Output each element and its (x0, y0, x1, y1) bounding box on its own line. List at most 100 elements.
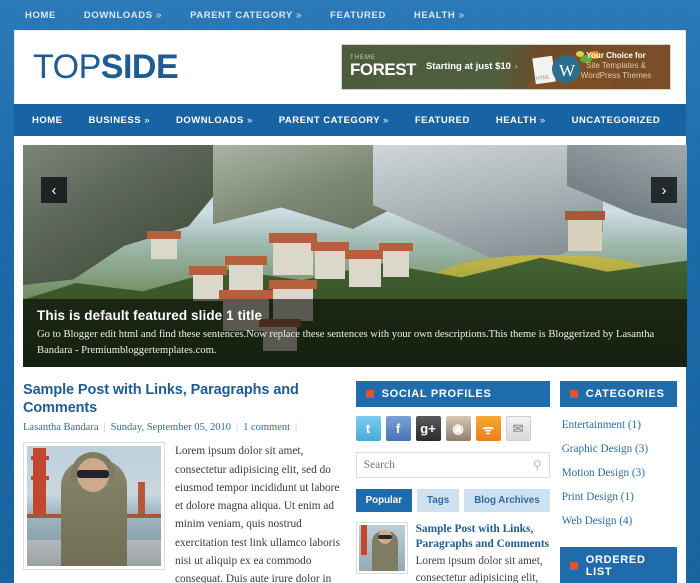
topnav-label: PARENT CATEGORY (190, 9, 293, 21)
mainnav-item-uncategorized[interactable]: UNCATEGORIZED (572, 115, 661, 126)
email-icon[interactable]: ✉ (505, 416, 531, 441)
mainnav-item-featured[interactable]: FEATURED (415, 115, 470, 126)
categories-title-text: CATEGORIES (585, 388, 665, 400)
popular-post-item: Sample Post with Links, Paragraphs and C… (355, 522, 550, 583)
rss-icon[interactable]: ᯤ (475, 416, 501, 441)
category-item-print-design[interactable]: Print Design (1) (560, 485, 677, 509)
ad-pricing-text: Starting at just $10 › (426, 61, 518, 72)
page-root: HOME DOWNLOADS » PARENT CATEGORY » FEATU… (0, 0, 700, 583)
facebook-icon[interactable]: f (385, 416, 411, 441)
categories-list: Entertainment (1) Graphic Design (3) Mot… (560, 413, 677, 533)
social-icons: t f g+ ◉ ᯤ ✉ (355, 416, 550, 441)
tab-popular[interactable]: Popular (355, 489, 413, 512)
site-logo[interactable]: TOPSIDE (33, 47, 179, 86)
mainnav-label: HEALTH (495, 114, 537, 126)
arrow-right-icon: › (514, 62, 518, 71)
category-item-graphic-design[interactable]: Graphic Design (3) (560, 437, 677, 461)
mainnav-label: UNCATEGORIZED (571, 114, 661, 126)
social-profiles-widget-title: SOCIAL PROFILES (355, 381, 550, 407)
search-box[interactable]: ⚲ (355, 452, 550, 478)
chevron-right-icon: » (458, 9, 465, 21)
search-icon[interactable]: ⚲ (533, 458, 542, 473)
chevron-right-icon: » (144, 114, 151, 126)
mainnav-label: DOWNLOADS (176, 114, 244, 126)
slider-title: This is default featured slide 1 title (37, 308, 263, 324)
main-column: Sample Post with Links, Paragraphs and C… (23, 381, 346, 583)
post-thumbnail[interactable] (23, 442, 165, 571)
mainnav-item-business[interactable]: BUSINESS » (89, 115, 151, 126)
ad-pricing-label: Starting at just $10 (425, 61, 511, 72)
sidebar-right: CATEGORIES Entertainment (1) Graphic Des… (559, 381, 677, 583)
ad-tagline-line3: WordPress Themes (580, 70, 652, 80)
widget-spacer (560, 533, 677, 547)
site-header: TOPSIDE THEME FOREST Starting at just $1… (14, 30, 686, 102)
instagram-icon[interactable]: ◉ (445, 416, 471, 441)
tab-tags[interactable]: Tags (417, 489, 460, 512)
mainnav-label: HOME (32, 114, 63, 126)
twitter-icon[interactable]: t (355, 416, 381, 441)
mainnav-item-parent-category[interactable]: PARENT CATEGORY » (279, 115, 389, 126)
category-item-web-design[interactable]: Web Design (4) (560, 509, 677, 533)
mainnav-label: BUSINESS (88, 114, 142, 126)
category-item-motion-design[interactable]: Motion Design (3) (560, 461, 677, 485)
popular-post-title[interactable]: Sample Post with Links, Paragraphs and C… (416, 522, 550, 552)
chevron-right-icon: » (155, 9, 163, 21)
chevron-right-icon: » (539, 114, 546, 126)
slider-caption: This is default featured slide 1 title G… (23, 299, 687, 367)
chevron-right-icon: » (383, 114, 389, 126)
categories-widget-title: CATEGORIES (559, 381, 677, 407)
ad-tagline: Your Choice for Site Templates & WordPre… (568, 51, 664, 81)
post-title[interactable]: Sample Post with Links, Paragraphs and C… (23, 381, 346, 417)
tabs-bar: Popular Tags Blog Archives (355, 489, 550, 512)
ordered-list-widget-title: ORDERED LIST (559, 547, 677, 583)
mainnav-item-health[interactable]: HEALTH » (496, 115, 546, 126)
square-bullet-icon (569, 390, 578, 398)
content-wrapper: ‹ › This is default featured slide 1 tit… (14, 136, 687, 583)
topnav-item-health[interactable]: HEALTH » (414, 10, 480, 21)
post-date: Sunday, September 05, 2010 (110, 422, 231, 434)
chevron-left-icon: ‹ (51, 181, 57, 199)
topnav-item-featured[interactable]: FEATURED (330, 10, 401, 21)
googleplus-icon[interactable]: g+ (415, 416, 441, 441)
logo-part-top: TOP (33, 47, 101, 86)
tab-blog-archives[interactable]: Blog Archives (464, 489, 550, 512)
chevron-right-icon: » (246, 114, 253, 126)
ordered-list-title-text: ORDERED LIST (585, 554, 646, 578)
logo-part-side: SIDE (100, 47, 179, 86)
social-profiles-title-text: SOCIAL PROFILES (381, 388, 492, 400)
ad-tagline-line2: Site Templates & (586, 60, 646, 70)
post-comments[interactable]: 1 comment (243, 422, 290, 433)
topnav-item-downloads[interactable]: DOWNLOADS » (84, 10, 177, 21)
category-item-entertainment[interactable]: Entertainment (1) (560, 413, 677, 437)
ad-logo: THEME FOREST (350, 55, 416, 79)
meta-separator: | (235, 422, 239, 434)
popular-post-excerpt: Lorem ipsum dolor sit amet, consectetur … (415, 554, 543, 583)
slider-next-button[interactable]: › (651, 177, 677, 203)
mainnav-label: PARENT CATEGORY (278, 114, 380, 126)
chevron-right-icon: » (295, 9, 303, 21)
ad-forest-text: FOREST (350, 59, 416, 79)
post-body: Lorem ipsum dolor sit amet, consectetur … (23, 442, 346, 583)
sidebar-middle: SOCIAL PROFILES t f g+ ◉ ᯤ ✉ ⚲ Popular T… (355, 381, 550, 583)
meta-separator: | (103, 422, 106, 434)
mainnav-label: FEATURED (414, 114, 470, 126)
post-excerpt: Lorem ipsum dolor sit amet, consectetur … (175, 445, 341, 583)
top-navigation: HOME DOWNLOADS » PARENT CATEGORY » FEATU… (0, 0, 700, 30)
meta-separator: | (295, 422, 298, 434)
slider-prev-button[interactable]: ‹ (41, 177, 67, 203)
post-author[interactable]: Lasantha Bandara (23, 422, 99, 433)
banner-ad[interactable]: THEME FOREST Starting at just $10 › HTML … (341, 43, 671, 90)
slider-description: Go to Blogger edit html and find these s… (37, 329, 655, 356)
topnav-item-parent-category[interactable]: PARENT CATEGORY » (190, 10, 317, 21)
topnav-item-home[interactable]: HOME (25, 10, 71, 21)
popular-post-thumbnail[interactable] (355, 522, 408, 574)
topnav-label: FEATURED (330, 9, 386, 21)
topnav-label: DOWNLOADS (83, 9, 153, 21)
mainnav-item-home[interactable]: HOME (32, 115, 63, 126)
search-input[interactable] (363, 459, 533, 471)
mainnav-item-downloads[interactable]: DOWNLOADS » (176, 115, 253, 126)
square-bullet-icon (365, 390, 374, 398)
square-bullet-icon (569, 562, 578, 570)
ad-tagline-line1: Your Choice for (586, 50, 646, 60)
main-navigation: HOME BUSINESS » DOWNLOADS » PARENT CATEG… (14, 102, 686, 136)
